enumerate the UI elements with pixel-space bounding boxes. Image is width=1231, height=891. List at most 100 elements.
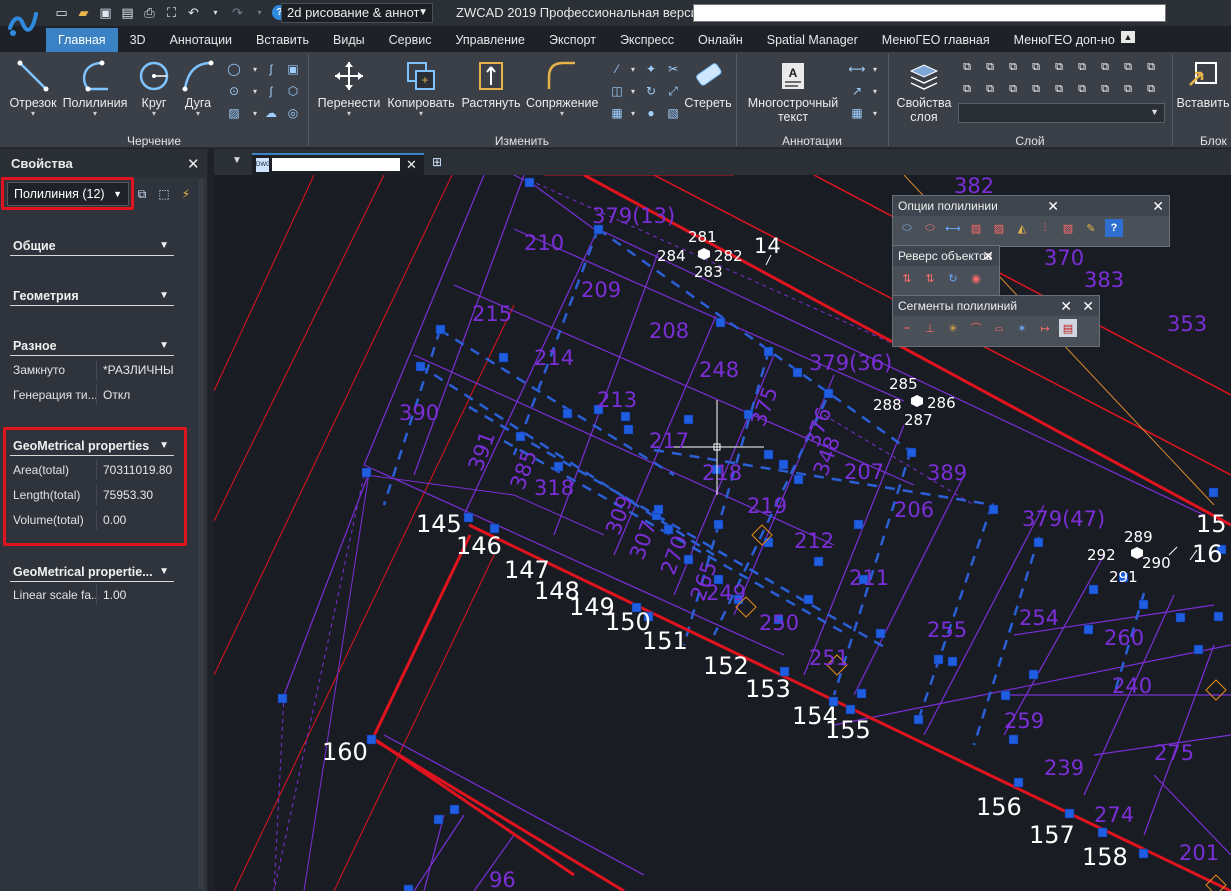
tab-export[interactable]: Экспорт [537,28,608,52]
stretch-button[interactable]: Растянуть [460,58,522,110]
redo-icon[interactable]: ↷ [228,3,247,22]
segment-vertex-icon[interactable]: ✳ [944,319,962,337]
object-type-select[interactable]: Полилиния (12) ▼ [7,182,129,206]
zwcad-logo-icon[interactable] [0,0,46,46]
layer-tool-icon[interactable]: ⧉ [1027,58,1045,76]
spline-fit-icon[interactable]: ʃ [262,82,280,100]
layer-tool-icon[interactable]: ⧉ [1142,58,1160,76]
spline-icon[interactable]: ʃ [262,60,280,78]
polyline-button[interactable]: Полилиния ▾ [62,58,128,118]
tabs-menu-icon[interactable]: ▼ [232,155,242,166]
table-icon[interactable]: ▦ [848,104,866,122]
tab-service[interactable]: Сервис [377,28,444,52]
explode-icon[interactable]: ✦ [642,60,660,78]
document-tab[interactable]: DWG ✕ [252,153,424,175]
prop-row[interactable]: Генерация ти... Откл [10,383,174,407]
print-icon[interactable]: ⎙ [140,3,159,22]
segment-direction-icon[interactable]: ↦ [1036,319,1054,337]
arc-button[interactable]: Дуга ▾ [180,58,216,118]
polyline-orient-icon[interactable]: ◭ [1013,219,1031,237]
move-button[interactable]: Перенести ▾ [316,58,382,118]
prop-row[interactable]: Volume(total) 0.00 [10,508,174,532]
hatch-icon[interactable]: ▨ [225,104,243,122]
properties-scrollbar[interactable] [198,179,204,889]
layer-tool-icon[interactable]: ⧉ [981,80,999,98]
tab-menugeo-main[interactable]: МенюГЕО главная [870,28,1002,52]
circle-button[interactable]: Круг ▾ [134,58,174,118]
layer-tool-icon[interactable]: ⧉ [1142,80,1160,98]
chevron-down-icon[interactable]: ▾ [866,60,884,78]
prop-row[interactable]: Замкнуто *РАЗЛИЧНЫ [10,358,174,382]
layer-tool-icon[interactable]: ⧉ [1050,80,1068,98]
tab-manage[interactable]: Управление [443,28,537,52]
reverse-line-icon[interactable]: ⇅ [898,269,916,287]
close-icon[interactable]: ✕ [1152,196,1164,216]
reverse-target-icon[interactable]: ◉ [967,269,985,287]
ellipse-icon[interactable]: ◯ [225,60,243,78]
point-icon[interactable]: ⊙ [225,82,243,100]
donut-icon[interactable]: ◎ [284,104,302,122]
reverse-arc-icon[interactable]: ⇅ [921,269,939,287]
segment-bulge-icon[interactable]: ⌓ [990,319,1008,337]
ribbon-minimize-button[interactable]: ▲ [1121,31,1135,43]
close-icon[interactable]: ✕ [1047,196,1059,216]
close-icon[interactable]: ✕ [187,155,200,173]
layer-tool-icon[interactable]: ⧉ [958,58,976,76]
close-icon[interactable]: ✕ [982,246,994,266]
section-general[interactable]: Общие ▼ [10,236,174,256]
workspace-select[interactable]: 2d рисование & аннот ▼ [281,3,433,23]
segment-arc-icon[interactable]: ⌒ [967,319,985,337]
layer-tool-icon[interactable]: ⧉ [1004,80,1022,98]
tab-3d[interactable]: 3D [118,28,158,52]
polyline-edit-icon[interactable]: ✎ [1082,219,1100,237]
plot-preview-icon[interactable]: ⛶ [162,3,181,22]
undo-dropdown-icon[interactable]: ▾ [206,3,225,22]
layer-select[interactable]: ▼ [958,103,1165,123]
tab-views[interactable]: Виды [321,28,377,52]
chevron-down-icon[interactable]: ▾ [866,82,884,100]
scale-icon[interactable]: ⤢ [664,82,682,100]
chevron-down-icon[interactable]: ▾ [624,60,642,78]
layer-tool-icon[interactable]: ⧉ [1096,58,1114,76]
tab-express[interactable]: Экспресс [608,28,686,52]
dimension-icon[interactable]: ⟷ [848,60,866,78]
close-icon[interactable]: ✕ [1082,296,1094,316]
new-icon[interactable]: ▭ [52,3,71,22]
drawing-canvas[interactable]: 379(13) 210 209 215 208 214 248 213 379(… [214,175,1231,891]
segment-table-icon[interactable]: ▤ [1059,319,1077,337]
fillet-button[interactable]: Сопряжение ▾ [526,58,598,118]
tab-insert[interactable]: Вставить [244,28,321,52]
new-tab-icon[interactable]: ⊞ [432,155,448,169]
prop-row[interactable]: Length(total) 75953.30 [10,483,174,507]
section-geometrical-properties-2[interactable]: GeoMetrical propertie... ▼ [10,562,174,582]
polyline-join-icon[interactable]: ⬭ [898,219,916,237]
reverse-circle-icon[interactable]: ↻ [944,269,962,287]
leader-icon[interactable]: ↗ [848,82,866,100]
save-as-icon[interactable]: ▤ [118,3,137,22]
layer-tool-icon[interactable]: ⧉ [981,58,999,76]
section-geometry[interactable]: Геометрия ▼ [10,286,174,306]
rotate-icon[interactable]: ↻ [642,82,660,100]
copy-button[interactable]: + Копировать ▾ [386,58,456,118]
polyline-hatch-icon[interactable]: ▨ [1059,219,1077,237]
close-icon[interactable]: ✕ [406,157,417,173]
polyline-split-icon[interactable]: ⫶ [1036,219,1054,237]
insert-block-button[interactable]: Вставить [1176,58,1230,110]
tab-menugeo-extra[interactable]: МенюГЕО доп-но [1002,28,1127,52]
layer-tool-icon[interactable]: ⧉ [1096,80,1114,98]
segment-split-icon[interactable]: ⊥ [921,319,939,337]
layer-tool-icon[interactable]: ⧉ [1027,80,1045,98]
save-icon[interactable]: ▣ [96,3,115,22]
drawing-svg[interactable]: 379(13) 210 209 215 208 214 248 213 379(… [214,175,1231,891]
select-objects-icon[interactable]: ⬚ [155,185,173,203]
segment-line-icon[interactable]: ⎯ [898,319,916,337]
line-button[interactable]: Отрезок ▾ [6,58,60,118]
chevron-down-icon[interactable]: ▾ [624,82,642,100]
layer-tool-icon[interactable]: ⧉ [1050,58,1068,76]
layer-tool-icon[interactable]: ⧉ [1119,80,1137,98]
prop-row[interactable]: Area(total) 70311019.80 [10,458,174,482]
chevron-down-icon[interactable]: ▾ [624,104,642,122]
revcloud-icon[interactable]: ☁ [262,104,280,122]
polyline-clean-icon[interactable]: ▨ [967,219,985,237]
erase-button[interactable]: Стереть [684,58,732,110]
